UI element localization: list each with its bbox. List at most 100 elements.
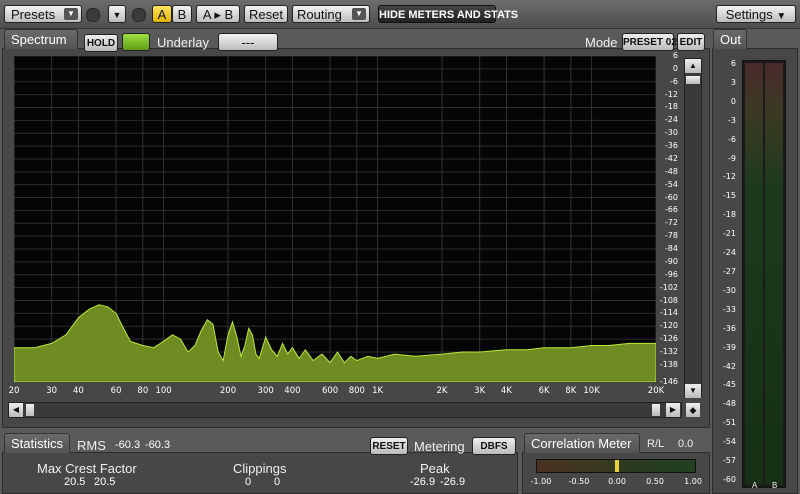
- out-scale-label: -42: [722, 361, 736, 371]
- horizontal-scroll-thumb-left[interactable]: [26, 404, 34, 416]
- x-tick-label: 20K: [647, 386, 665, 396]
- zoom-reset-icon[interactable]: ◆: [686, 403, 700, 417]
- underlay-label: Underlay: [157, 35, 210, 50]
- y-tick-label: -84: [664, 244, 678, 254]
- y-tick-label: -42: [664, 153, 678, 163]
- mode-preset-button[interactable]: PRESET 02: [622, 33, 677, 51]
- out-scale-label: -21: [722, 229, 736, 239]
- ab-a-button[interactable]: A: [152, 5, 172, 23]
- vertical-scrollbar[interactable]: [684, 58, 702, 398]
- vertical-scroll-thumb[interactable]: [686, 76, 700, 84]
- hold-toggle[interactable]: [122, 33, 150, 51]
- x-tick-label: 6K: [538, 386, 550, 396]
- channel-a-label: A: [752, 481, 758, 490]
- a-to-b-button[interactable]: A ▸ B: [196, 5, 240, 23]
- rms-left-value: -60.3: [115, 439, 141, 451]
- out-scale-label: -51: [722, 418, 736, 428]
- out-scale-label: -12: [722, 172, 736, 182]
- out-scale-label: -9: [728, 153, 736, 163]
- horizontal-scrollbar[interactable]: [8, 402, 682, 418]
- y-tick-label: -114: [659, 308, 678, 318]
- x-tick-label: 8K: [565, 386, 577, 396]
- y-tick-label: -90: [664, 256, 678, 266]
- crest-left-value: 20.5: [64, 476, 86, 488]
- out-scale-label: 3: [730, 77, 736, 87]
- y-tick-label: -66: [664, 205, 678, 215]
- hold-button[interactable]: HOLD: [84, 34, 118, 52]
- rms-label: RMS: [77, 438, 106, 453]
- out-scale-label: -48: [722, 399, 736, 409]
- max-crest-label: Max Crest Factor: [37, 461, 137, 476]
- rl-label: R/L: [647, 438, 665, 450]
- y-tick-label: -6: [670, 76, 678, 86]
- out-scale-label: -15: [722, 191, 736, 201]
- peak-right-value: -26.9: [440, 476, 466, 488]
- preset-menu-button[interactable]: ▼: [108, 5, 126, 23]
- tab-spectrum[interactable]: Spectrum: [4, 29, 78, 49]
- out-meter-channel-b: [765, 63, 783, 485]
- undo-icon[interactable]: [86, 8, 100, 22]
- routing-label: Routing: [297, 7, 342, 22]
- presets-button[interactable]: Presets ▼: [4, 5, 82, 23]
- metering-mode-button[interactable]: DBFS: [472, 437, 516, 455]
- hide-meters-button[interactable]: HIDE METERS AND STATS: [378, 5, 518, 23]
- out-scale-label: -57: [722, 456, 736, 466]
- clippings-label: Clippings: [233, 461, 287, 476]
- tab-out[interactable]: Out: [713, 29, 747, 49]
- y-tick-label: -120: [659, 321, 678, 331]
- y-tick-label: -108: [659, 295, 678, 305]
- y-tick-label: -12: [664, 89, 678, 99]
- y-tick-label: -36: [664, 141, 678, 151]
- underlay-dropdown[interactable]: ---: [218, 33, 278, 51]
- out-scale-label: -45: [722, 380, 736, 390]
- scroll-right-icon[interactable]: ▶: [666, 403, 680, 417]
- chevron-down-icon: ▼: [64, 8, 78, 20]
- tab-statistics[interactable]: Statistics: [4, 433, 70, 453]
- settings-label: Settings: [725, 7, 773, 22]
- x-tick-label: 3K: [474, 386, 486, 396]
- y-tick-label: -54: [664, 179, 678, 189]
- redo-icon[interactable]: [132, 8, 146, 22]
- x-tick-label: 20: [8, 386, 20, 396]
- horizontal-scroll-thumb-right[interactable]: [652, 404, 660, 416]
- spectrum-plot[interactable]: [14, 56, 656, 382]
- y-tick-label: -146: [659, 377, 678, 386]
- y-tick-label: -18: [664, 102, 678, 112]
- x-tick-label: 30: [46, 386, 58, 396]
- out-scale-label: -36: [722, 323, 736, 333]
- y-tick-label: -30: [664, 128, 678, 138]
- correlation-scale-label: 0.00: [608, 477, 626, 486]
- x-tick-label: 200: [219, 386, 237, 396]
- scroll-left-icon[interactable]: ◀: [9, 403, 23, 417]
- out-scale-label: -54: [722, 437, 736, 447]
- y-tick-label: -138: [659, 359, 678, 369]
- scroll-down-icon[interactable]: ▼: [685, 384, 701, 398]
- edit-button[interactable]: EDIT: [677, 33, 705, 51]
- x-tick-label: 1K: [372, 386, 384, 396]
- y-tick-label: -48: [664, 166, 678, 176]
- clip-right-value: 0: [274, 476, 281, 488]
- ab-b-button[interactable]: B: [172, 5, 192, 23]
- y-tick-label: -60: [664, 192, 678, 202]
- chevron-down-icon: ▼: [776, 11, 787, 22]
- tab-correlation[interactable]: Correlation Meter: [524, 433, 640, 453]
- out-scale-label: -27: [722, 267, 736, 276]
- chevron-down-icon: ▼: [112, 10, 122, 20]
- x-tick-label: 80: [137, 386, 149, 396]
- stats-reset-button[interactable]: RESET: [370, 437, 408, 455]
- out-scale-label: -6: [728, 134, 736, 144]
- reset-button[interactable]: Reset: [244, 5, 288, 23]
- routing-button[interactable]: Routing ▼: [292, 5, 370, 23]
- metering-label: Metering: [414, 439, 465, 454]
- settings-button[interactable]: Settings ▼: [716, 5, 796, 23]
- y-tick-label: -72: [664, 218, 678, 228]
- out-meter: [742, 60, 786, 488]
- x-tick-label: 4K: [500, 386, 512, 396]
- scroll-up-icon[interactable]: ▲: [685, 59, 701, 73]
- y-tick-label: -126: [659, 334, 678, 344]
- y-tick-label: 0: [672, 63, 678, 73]
- correlation-indicator: [615, 460, 619, 472]
- rms-right-value: -60.3: [145, 439, 171, 451]
- y-tick-label: -96: [664, 269, 678, 279]
- x-tick-label: 10K: [583, 386, 600, 396]
